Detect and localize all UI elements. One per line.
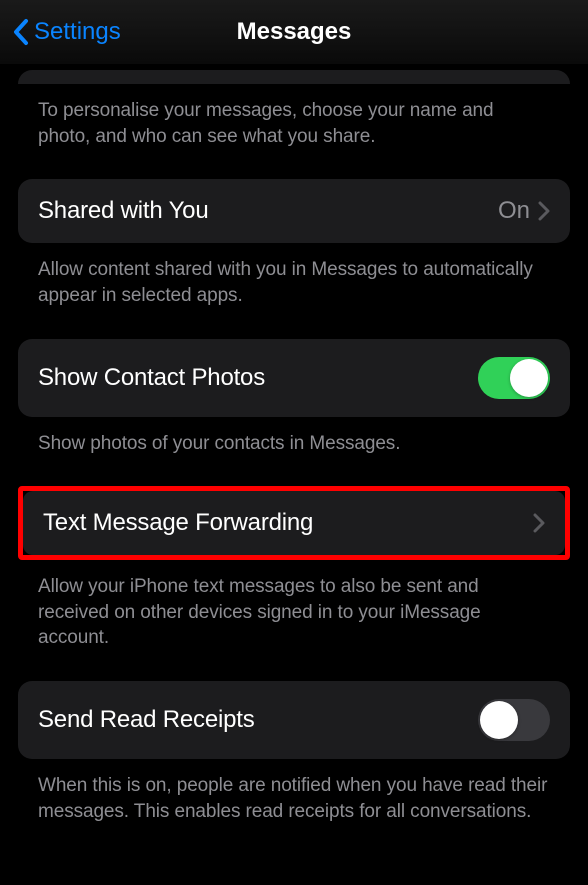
chevron-right-icon [538, 201, 550, 221]
shared-with-you-row[interactable]: Shared with You On [18, 179, 570, 243]
content-area: To personalise your messages, choose you… [0, 70, 588, 824]
group-read-receipts: Send Read Receipts When this is on, peop… [18, 681, 570, 824]
group-contact-photos: Show Contact Photos Show photos of your … [18, 339, 570, 457]
group-personalize: To personalise your messages, choose you… [18, 70, 570, 149]
back-button[interactable]: Settings [12, 18, 121, 46]
read-receipts-toggle[interactable] [478, 699, 550, 741]
footer-shared: Allow content shared with you in Message… [18, 243, 570, 308]
footer-read-receipts: When this is on, people are notified whe… [18, 759, 570, 824]
contact-photos-toggle[interactable] [478, 357, 550, 399]
footer-forwarding: Allow your iPhone text messages to also … [18, 560, 570, 651]
footer-contact-photos: Show photos of your contacts in Messages… [18, 417, 570, 457]
nav-header: Settings Messages [0, 0, 588, 64]
chevron-right-icon [533, 513, 545, 533]
row-partial-top[interactable] [18, 70, 570, 84]
text-message-forwarding-row[interactable]: Text Message Forwarding [23, 491, 565, 555]
back-label: Settings [34, 18, 121, 46]
row-right: On [498, 197, 550, 225]
toggle-knob [510, 359, 548, 397]
toggle-knob [480, 701, 518, 739]
row-value: On [498, 197, 530, 225]
show-contact-photos-row[interactable]: Show Contact Photos [18, 339, 570, 417]
highlight-box: Text Message Forwarding [18, 486, 570, 560]
row-label: Text Message Forwarding [43, 509, 313, 537]
send-read-receipts-row[interactable]: Send Read Receipts [18, 681, 570, 759]
row-right [533, 513, 545, 533]
footer-personalize: To personalise your messages, choose you… [18, 84, 570, 149]
row-label: Show Contact Photos [38, 364, 265, 392]
row-label: Send Read Receipts [38, 706, 255, 734]
group-forwarding: Text Message Forwarding Allow your iPhon… [18, 486, 570, 651]
group-shared: Shared with You On Allow content shared … [18, 179, 570, 308]
row-label: Shared with You [38, 197, 208, 225]
chevron-left-icon [12, 18, 30, 46]
